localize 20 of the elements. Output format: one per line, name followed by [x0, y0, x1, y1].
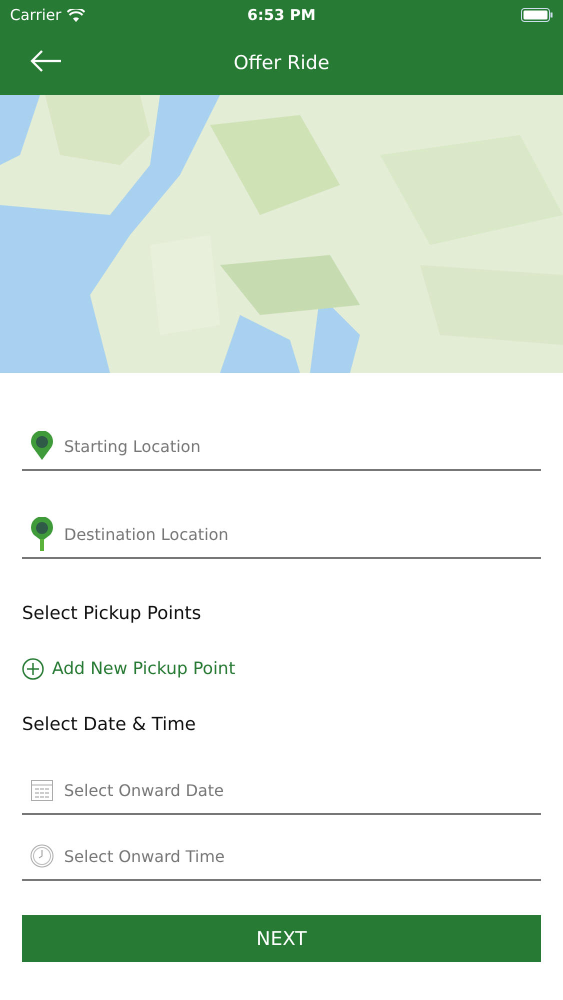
location-pin-icon: [30, 431, 54, 461]
clock-time: 6:53 PM: [247, 6, 316, 24]
plus-circle-icon: [22, 658, 44, 680]
location-pin-icon: [30, 517, 54, 551]
back-button[interactable]: [28, 48, 64, 74]
carrier-label: Carrier: [10, 6, 62, 24]
calendar-icon: [30, 778, 54, 802]
section-heading: Select Date & Time: [22, 714, 197, 735]
input-field[interactable]: Select Onward Date: [62, 780, 541, 800]
input-field[interactable]: Destination Location: [62, 524, 541, 544]
input-field[interactable]: Starting Location: [62, 436, 541, 456]
input-field[interactable]: Select Onward Time: [62, 846, 541, 866]
add-pickup-point-button[interactable]: Add New Pickup Point: [22, 658, 236, 680]
next-button[interactable]: NEXT: [22, 915, 541, 962]
back-arrow-icon: [30, 50, 62, 72]
screen-title: Offer Ride: [234, 52, 330, 74]
wifi-icon: [67, 8, 86, 22]
section-heading: Select Pickup Points: [22, 603, 202, 624]
battery-icon: [520, 8, 553, 22]
clock-icon: [30, 844, 54, 868]
